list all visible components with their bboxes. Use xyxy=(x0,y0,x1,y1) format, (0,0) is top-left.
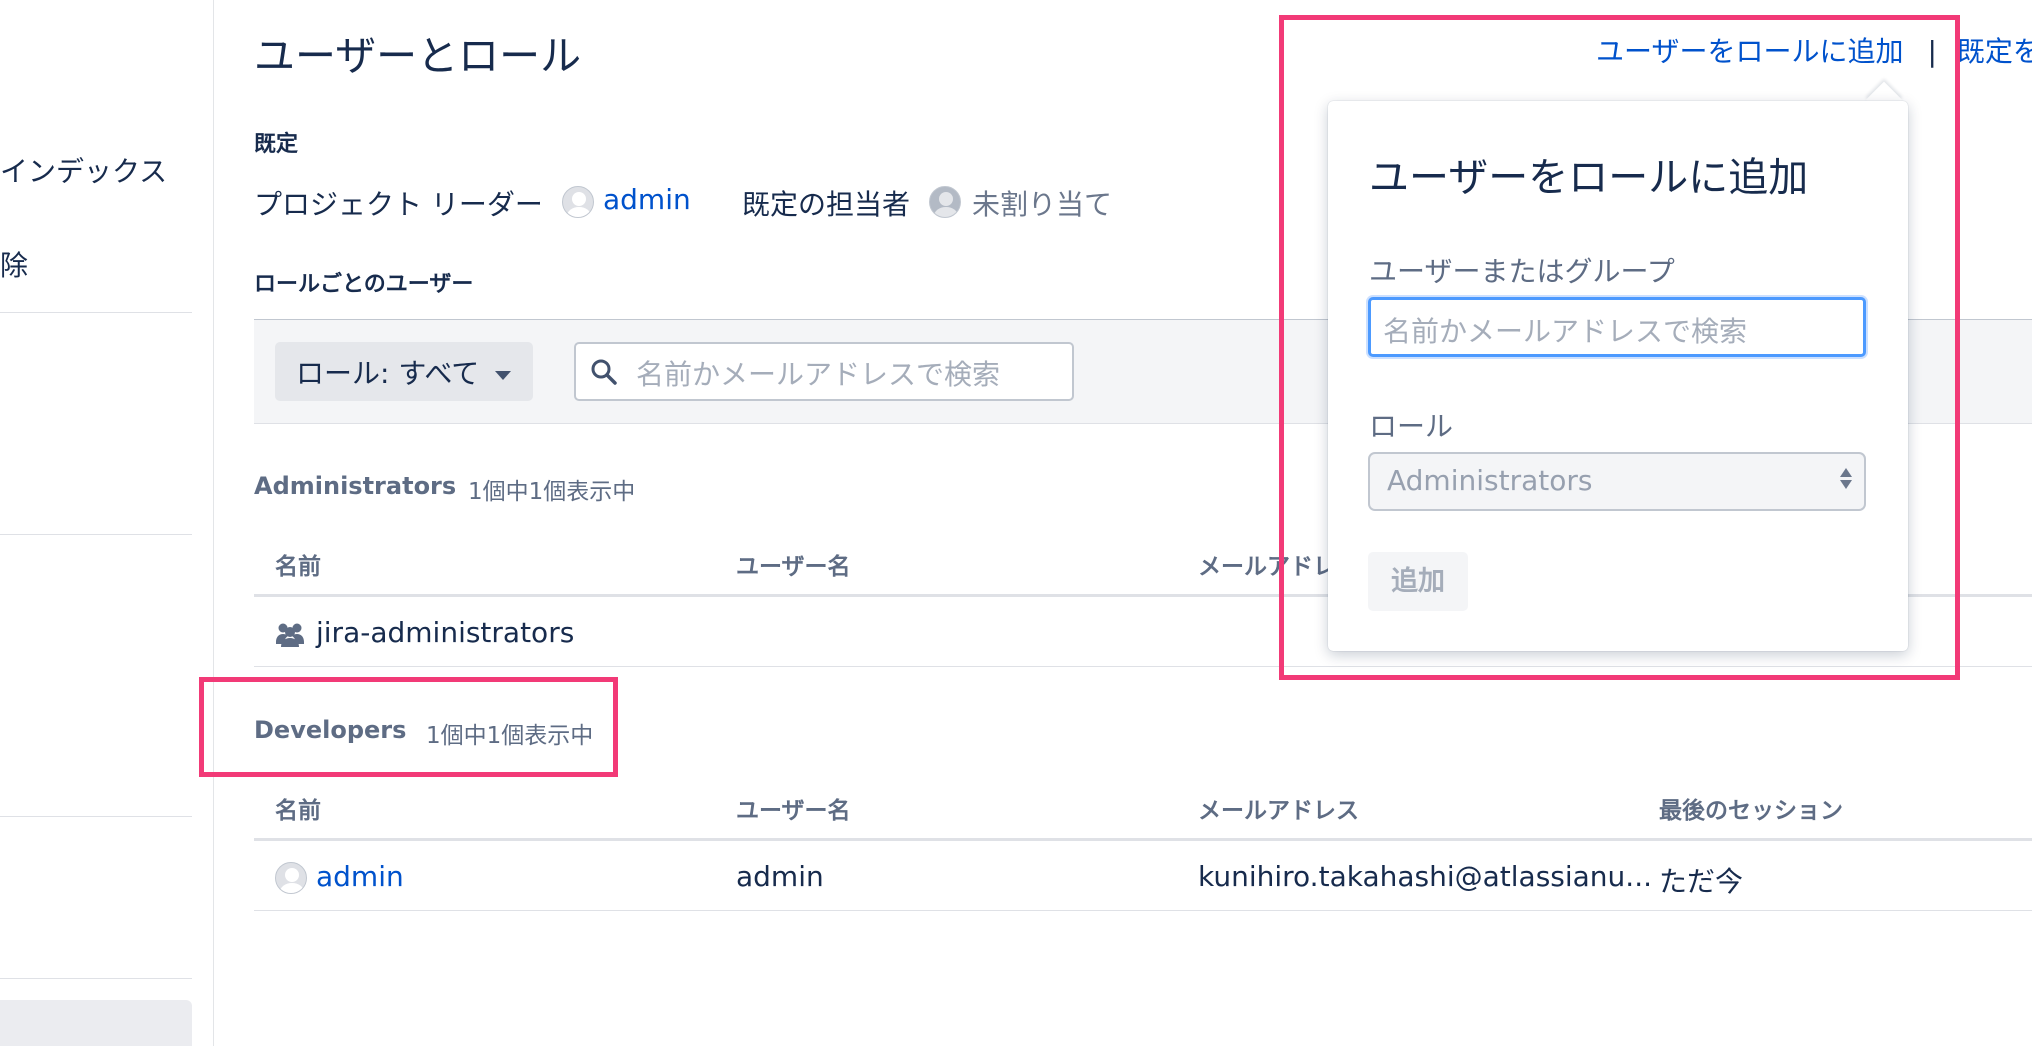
highlight-box-popover xyxy=(1279,15,1960,680)
username-cell: admin xyxy=(736,860,824,893)
search-input[interactable]: 名前かメールアドレスで検索 xyxy=(574,342,1074,401)
search-placeholder: 名前かメールアドレスで検索 xyxy=(636,358,1001,391)
table-row-divider xyxy=(254,910,2032,911)
page-title: ユーザーとロール xyxy=(254,32,582,80)
sidebar-item-active[interactable] xyxy=(0,1000,192,1046)
chevron-down-icon xyxy=(495,370,512,380)
default-assignee-label: 既定の担当者 xyxy=(742,188,911,221)
sidebar-divider xyxy=(0,978,192,979)
project-lead-link[interactable]: admin xyxy=(603,183,691,216)
sidebar-item-delete[interactable]: 除 xyxy=(0,244,28,284)
user-name-link[interactable]: admin xyxy=(316,860,404,893)
sidebar-divider xyxy=(0,312,192,313)
column-header-username: ユーザー名 xyxy=(736,554,851,580)
sidebar-item-index[interactable]: インデックス xyxy=(0,150,167,190)
column-header-username: ユーザー名 xyxy=(736,798,851,824)
user-avatar xyxy=(275,862,307,894)
role-filter-button[interactable]: ロール: すべて xyxy=(275,342,533,401)
users-by-role-heading: ロールごとのユーザー xyxy=(254,272,474,297)
last-session-cell: ただ今 xyxy=(1659,865,1744,898)
group-name: Administrators xyxy=(254,472,457,500)
column-header-name: 名前 xyxy=(275,798,321,824)
project-lead-avatar xyxy=(562,186,594,218)
sidebar-divider xyxy=(0,534,192,535)
group-count: 1個中1個表示中 xyxy=(468,479,636,505)
defaults-link[interactable]: 既定を xyxy=(1957,35,2032,68)
sidebar-divider xyxy=(0,816,192,817)
defaults-heading: 既定 xyxy=(254,132,299,157)
column-header-last-session: 最後のセッション xyxy=(1659,798,1843,824)
highlight-box-developers xyxy=(199,677,618,777)
table-header-divider xyxy=(254,838,2032,841)
group-icon xyxy=(275,620,305,652)
role-filter-label: ロール: すべて xyxy=(296,357,480,390)
column-header-name: 名前 xyxy=(275,554,321,580)
unassigned-avatar xyxy=(929,186,961,218)
default-assignee-value: 未割り当て xyxy=(972,188,1113,221)
project-lead-label: プロジェクト リーダー xyxy=(254,188,543,221)
group-row-name: jira-administrators xyxy=(316,616,575,649)
search-icon xyxy=(590,358,618,393)
email-cell: kunihiro.takahashi@atlassianu... xyxy=(1198,860,1653,893)
column-header-email: メールアドレス xyxy=(1198,798,1359,824)
